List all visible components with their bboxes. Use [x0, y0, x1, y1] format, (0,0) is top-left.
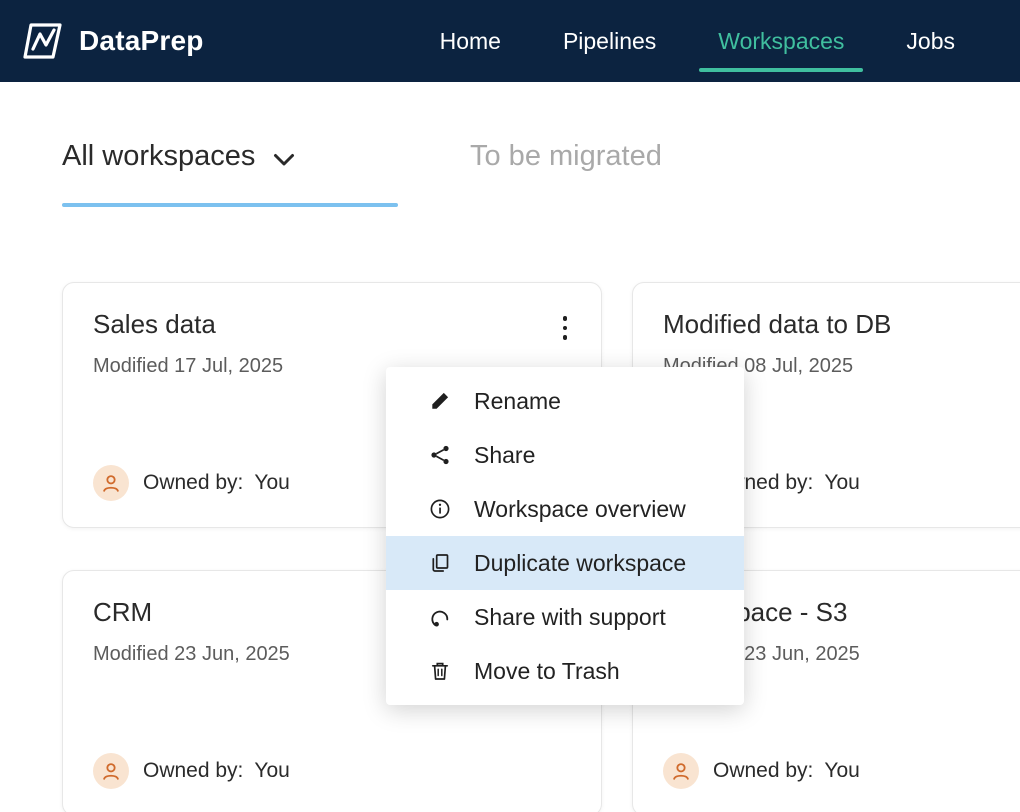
workspace-title: Modified data to DB: [663, 309, 891, 340]
menu-item-move-to-trash[interactable]: Move to Trash: [386, 644, 744, 698]
owner-value: You: [824, 471, 859, 495]
page: DataPrep Home Pipelines Workspaces Jobs …: [0, 0, 1020, 812]
dataprep-logo-icon: [20, 21, 66, 61]
headset-icon: [428, 605, 452, 629]
owner-value: You: [254, 759, 289, 783]
menu-item-duplicate-workspace[interactable]: Duplicate workspace: [386, 536, 744, 590]
owner-label: Owned by:: [713, 759, 813, 783]
tab-all-workspaces-label: All workspaces: [62, 140, 255, 173]
owner-row: Owned by: You: [663, 753, 860, 789]
info-icon: [428, 497, 452, 521]
tab-to-be-migrated[interactable]: To be migrated: [470, 140, 662, 173]
duplicate-icon: [428, 551, 452, 575]
person-icon: [670, 760, 692, 782]
menu-item-workspace-overview[interactable]: Workspace overview: [386, 482, 744, 536]
workspace-title: CRM: [93, 597, 152, 628]
user-avatar: [93, 753, 129, 789]
nav-item-jobs[interactable]: Jobs: [875, 0, 986, 82]
owner-label: Owned by:: [143, 759, 243, 783]
workspace-title: Sales data: [93, 309, 216, 340]
brand-name: DataPrep: [79, 25, 204, 57]
owner-row: Owned by: You: [93, 465, 290, 501]
trash-icon: [428, 659, 452, 683]
owner-label: Owned by:: [143, 471, 243, 495]
menu-item-label: Workspace overview: [474, 496, 686, 523]
menu-item-label: Share with support: [474, 604, 666, 631]
owner-value: You: [824, 759, 859, 783]
top-navbar: DataPrep Home Pipelines Workspaces Jobs: [0, 0, 1020, 82]
workspace-modified: Modified 17 Jul, 2025: [93, 355, 283, 378]
card-context-menu: Rename Share Workspace ov: [386, 367, 744, 705]
menu-item-rename[interactable]: Rename: [386, 374, 744, 428]
workspace-modified: Modified 23 Jun, 2025: [93, 643, 290, 666]
owner-row: Owned by: You: [93, 753, 290, 789]
brand: DataPrep: [20, 21, 204, 61]
nav-item-workspaces[interactable]: Workspaces: [687, 0, 875, 82]
person-icon: [100, 760, 122, 782]
chevron-down-icon[interactable]: [273, 153, 295, 167]
kebab-icon: [563, 316, 568, 321]
nav-item-home[interactable]: Home: [409, 0, 532, 82]
nav-item-pipelines[interactable]: Pipelines: [532, 0, 687, 82]
person-icon: [100, 472, 122, 494]
menu-item-share-with-support[interactable]: Share with support: [386, 590, 744, 644]
share-icon: [428, 443, 452, 467]
menu-item-share[interactable]: Share: [386, 428, 744, 482]
pencil-icon: [428, 389, 452, 413]
menu-item-label: Move to Trash: [474, 658, 620, 685]
card-menu-button[interactable]: [549, 311, 581, 345]
tab-all-workspaces[interactable]: All workspaces: [62, 140, 295, 173]
nav-items: Home Pipelines Workspaces Jobs: [409, 0, 1020, 82]
owner-value: You: [254, 471, 289, 495]
menu-item-label: Share: [474, 442, 535, 469]
menu-item-label: Rename: [474, 388, 561, 415]
active-tab-indicator: [62, 203, 398, 207]
menu-item-label: Duplicate workspace: [474, 550, 686, 577]
user-avatar: [93, 465, 129, 501]
user-avatar: [663, 753, 699, 789]
